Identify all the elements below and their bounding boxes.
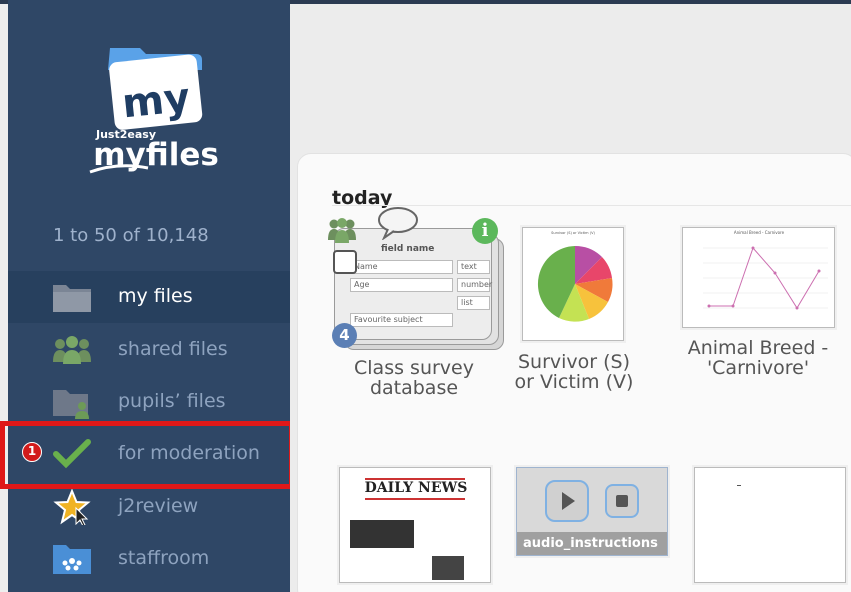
sidebar-item-my-files[interactable]: my files (8, 271, 290, 323)
photo (432, 556, 464, 580)
sidebar-item-label: my files (118, 285, 193, 307)
star-cursor-icon (53, 489, 91, 525)
file-caption: Class survey database (354, 357, 474, 399)
shared-people-icon (328, 218, 356, 243)
newspaper-thumbnail: DAILY NEWS (339, 467, 491, 583)
stop-button[interactable] (605, 484, 639, 518)
newspaper-title: DAILY NEWS (364, 480, 468, 496)
svg-text:Animal Breed - Carnivore: Animal Breed - Carnivore (734, 230, 785, 235)
db-field-name: Name (350, 260, 453, 274)
sidebar-item-staffroom[interactable]: staffroom (8, 533, 290, 585)
db-type: text (457, 260, 490, 274)
count-badge: 4 (332, 323, 357, 348)
step-badge: 1 (22, 442, 42, 462)
file-caption: audio_instructions (517, 532, 667, 555)
play-button[interactable] (545, 480, 589, 522)
myfiles-logo[interactable]: my Just2easy myfiles (8, 40, 290, 180)
select-checkbox[interactable] (333, 250, 357, 274)
audio-thumbnail: audio_instructions (516, 467, 668, 556)
pupil-folder-icon (53, 390, 89, 419)
db-field-age: Age (350, 278, 453, 292)
file-caption: Survivor (S) or Victim (V) (514, 351, 634, 393)
stop-icon (616, 495, 628, 507)
db-header: field name (381, 244, 435, 254)
info-icon[interactable]: i (472, 218, 498, 244)
file-count: 1 to 50 of 10,148 (53, 225, 209, 246)
line-thumbnail: Animal Breed - Carnivore (682, 227, 835, 328)
sidebar-item-label: j2review (118, 495, 199, 517)
blank-thumbnail (694, 467, 846, 583)
highlight-box (0, 421, 294, 489)
sidebar-item-shared-files[interactable]: shared files (8, 324, 290, 376)
people-icon (53, 336, 91, 364)
folder-icon (53, 285, 91, 312)
svg-text:Survivor (S) or Victim (V): Survivor (S) or Victim (V) (551, 231, 595, 235)
photo (350, 520, 414, 548)
db-field-fav: Favourite subject (350, 313, 453, 327)
sidebar: my Just2easy myfiles 1 to 50 of 10,148 m… (8, 0, 290, 592)
pie-thumbnail: Survivor (S) or Victim (V) (522, 227, 624, 341)
comment-icon[interactable] (376, 206, 420, 240)
db-type: number (457, 278, 492, 292)
file-caption: Animal Breed - 'Carnivore' (687, 337, 829, 379)
sidebar-item-label: shared files (118, 338, 228, 360)
sidebar-item-label: staffroom (118, 547, 210, 569)
play-icon (562, 492, 575, 510)
db-type: list (457, 296, 490, 310)
sidebar-item-label: pupils’ files (118, 390, 226, 412)
svg-text:my: my (120, 75, 192, 128)
staffroom-folder-icon (53, 545, 91, 574)
